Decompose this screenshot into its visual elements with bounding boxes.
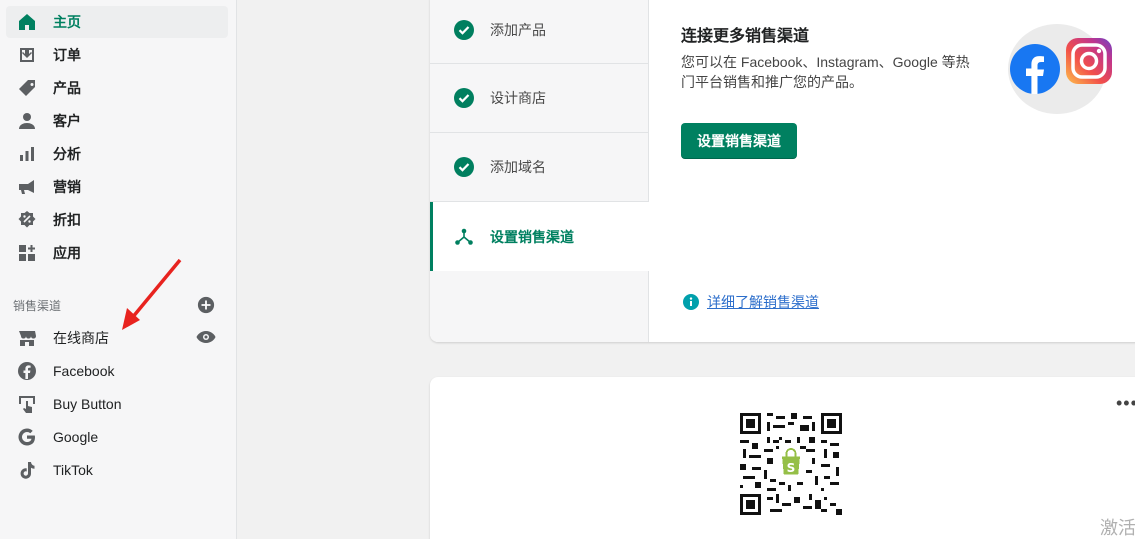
sidebar-item-analytics[interactable]: 分析: [6, 138, 228, 170]
step-design-store[interactable]: 设计商店: [430, 64, 649, 133]
apps-icon: [17, 243, 37, 263]
facebook-logo-icon: [1010, 44, 1060, 94]
more-actions-button[interactable]: •••: [1116, 393, 1135, 414]
sidebar-item-label: 营销: [53, 179, 81, 195]
step-label: 添加产品: [490, 21, 546, 38]
facebook-icon: [17, 361, 37, 381]
detail-title: 连接更多销售渠道: [681, 28, 810, 45]
social-logos-illustration: [1008, 24, 1112, 114]
person-icon: [17, 111, 37, 131]
sidebar: 主页 订单 产品 客户 分析 营销 折扣 应用 销售渠道 在线商店 Facebo…: [0, 0, 237, 539]
sidebar-item-label: Buy Button: [53, 396, 122, 412]
step-label: 设计商店: [490, 90, 546, 106]
sidebar-item-online-store[interactable]: 在线商店: [6, 322, 228, 354]
tag-icon: [17, 78, 37, 98]
svg-text:S: S: [787, 461, 796, 475]
sidebar-item-tiktok[interactable]: TikTok: [6, 454, 228, 486]
sidebar-item-label: 订单: [53, 47, 81, 63]
store-icon: [17, 328, 37, 348]
step-setup-sales-channels[interactable]: 设置销售渠道: [430, 202, 650, 271]
bar-chart-icon: [17, 144, 37, 164]
check-circle-icon: [454, 19, 474, 40]
setup-steps: 添加产品 设计商店 添加域名 设置销售渠道: [430, 0, 650, 342]
sidebar-item-label: 应用: [53, 245, 81, 261]
setup-sales-channels-button[interactable]: 设置销售渠道: [681, 123, 797, 159]
google-icon: [17, 427, 37, 447]
step-add-product[interactable]: 添加产品: [430, 0, 649, 64]
sales-channels-title: 销售渠道: [13, 299, 62, 313]
step-add-domain[interactable]: 添加域名: [430, 133, 649, 202]
sidebar-item-buy-button[interactable]: Buy Button: [6, 388, 228, 420]
sidebar-item-label: 在线商店: [53, 330, 109, 346]
sidebar-item-discounts[interactable]: 折扣: [6, 204, 228, 236]
sidebar-item-customers[interactable]: 客户: [6, 105, 228, 137]
tiktok-icon: [17, 460, 37, 480]
eye-icon[interactable]: [196, 329, 216, 345]
step-label: 设置销售渠道: [490, 228, 574, 245]
step-label: 添加域名: [490, 159, 546, 175]
home-icon: [17, 12, 37, 32]
activation-watermark: 激活: [1100, 518, 1135, 538]
sidebar-item-label: 分析: [53, 146, 81, 162]
sidebar-item-label: 产品: [53, 80, 81, 96]
sidebar-item-facebook[interactable]: Facebook: [6, 355, 228, 387]
sales-channels-icon: [455, 228, 473, 245]
qr-code-card: ••• S: [430, 377, 1135, 539]
sidebar-item-marketing[interactable]: 营销: [6, 171, 228, 203]
sidebar-item-label: 折扣: [53, 212, 81, 228]
sidebar-item-orders[interactable]: 订单: [6, 39, 228, 71]
sidebar-item-label: Google: [53, 429, 99, 445]
qr-code-image: S: [740, 413, 842, 515]
sidebar-item-label: TikTok: [53, 462, 93, 478]
sidebar-item-products[interactable]: 产品: [6, 72, 228, 104]
sidebar-item-home[interactable]: 主页: [6, 6, 228, 38]
red-arrow-annotation: [122, 258, 182, 330]
instagram-logo-icon: [1066, 38, 1112, 84]
learn-more-label: 详细了解销售渠道: [707, 294, 819, 310]
sidebar-item-label: Facebook: [53, 363, 115, 379]
detail-description: 您可以在 Facebook、Instagram、Google 等热门平台销售和推…: [681, 54, 970, 90]
setup-guide-card: 添加产品 设计商店 添加域名 设置销售渠道 连接更多销售渠道 您可以在 Face…: [430, 0, 1135, 342]
check-circle-icon: [454, 157, 474, 177]
add-channel-icon[interactable]: [197, 296, 215, 314]
check-circle-icon: [454, 88, 474, 108]
learn-more-link[interactable]: 详细了解销售渠道: [683, 292, 819, 312]
sidebar-item-label: 客户: [53, 113, 81, 129]
sidebar-item-apps[interactable]: 应用: [6, 237, 228, 269]
sidebar-item-label: 主页: [53, 14, 81, 30]
info-icon: [683, 294, 699, 310]
orders-icon: [17, 45, 37, 65]
discount-icon: [17, 210, 37, 230]
megaphone-icon: [17, 177, 37, 197]
buy-button-icon: [17, 394, 37, 414]
sidebar-item-google[interactable]: Google: [6, 421, 228, 453]
